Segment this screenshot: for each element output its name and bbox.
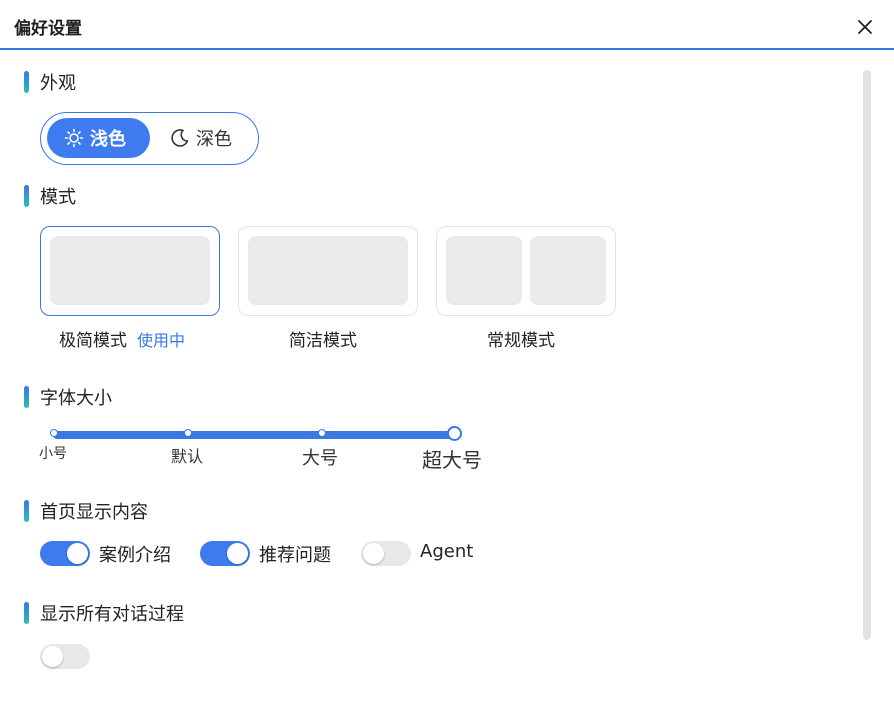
dialog-title: 偏好设置 [14, 19, 82, 39]
font-size-large-label[interactable]: 大号 [302, 444, 338, 470]
slider-handle[interactable] [447, 426, 462, 441]
sun-icon [64, 128, 84, 148]
dialog-header: 偏好设置 [0, 0, 894, 50]
section-marker [24, 71, 29, 93]
toggle-knob [227, 543, 248, 564]
close-button[interactable] [852, 14, 878, 40]
toggle-knob [42, 646, 63, 667]
dark-theme-label: 深色 [196, 129, 232, 150]
section-mode-label: 模式 [40, 187, 76, 208]
font-size-small-label[interactable]: 小号 [39, 443, 67, 463]
in-use-badge: 使用中 [137, 331, 186, 350]
mode-name: 极简模式 [59, 331, 127, 351]
font-size-slider[interactable] [53, 431, 456, 439]
font-size-xlarge-label[interactable]: 超大号 [422, 444, 482, 473]
section-mode: 模式 [24, 184, 76, 208]
section-homepage-label: 首页显示内容 [40, 502, 148, 523]
section-font-size: 字体大小 [24, 385, 112, 409]
section-font-size-label: 字体大小 [40, 388, 112, 409]
scrollbar[interactable] [863, 70, 871, 640]
close-icon[interactable] [852, 14, 878, 40]
toggle-knob [67, 543, 88, 564]
slider-tick-large[interactable] [318, 429, 326, 437]
toggle-recommended-questions-label: 推荐问题 [259, 545, 331, 566]
light-theme-button[interactable]: 浅色 [47, 118, 150, 158]
section-marker [24, 386, 29, 408]
dark-theme-button[interactable]: 深色 [153, 118, 253, 158]
mode-card-minimal[interactable] [40, 226, 220, 316]
font-size-default-label[interactable]: 默认 [171, 443, 203, 467]
toggle-agent[interactable] [361, 541, 411, 566]
theme-switch: 浅色 深色 [40, 112, 259, 165]
moon-icon [171, 129, 189, 147]
section-marker [24, 602, 29, 624]
toggle-agent-label: Agent [420, 541, 474, 562]
slider-tick-small[interactable] [50, 429, 58, 437]
mode-label-minimal: 极简模式 使用中 [59, 326, 185, 351]
section-show-all: 显示所有对话过程 [24, 601, 184, 625]
mode-label-simple: 简洁模式 [289, 331, 357, 351]
slider-tick-default[interactable] [184, 429, 192, 437]
light-theme-label: 浅色 [90, 129, 126, 150]
mode-card-regular[interactable] [436, 226, 616, 316]
section-show-all-label: 显示所有对话过程 [40, 604, 184, 625]
toggle-knob [363, 543, 384, 564]
toggle-show-all-process[interactable] [40, 644, 90, 669]
section-appearance: 外观 [24, 70, 76, 94]
toggle-case-intro-label: 案例介绍 [99, 545, 171, 566]
section-homepage: 首页显示内容 [24, 499, 148, 523]
section-marker [24, 500, 29, 522]
mode-preview-placeholder [446, 236, 522, 305]
toggle-case-intro[interactable] [40, 541, 90, 566]
toggle-recommended-questions[interactable] [200, 541, 250, 566]
mode-preview-placeholder [530, 236, 606, 305]
section-appearance-label: 外观 [40, 73, 76, 94]
mode-preview-placeholder [248, 236, 408, 305]
mode-card-simple[interactable] [238, 226, 418, 316]
mode-label-regular: 常规模式 [487, 331, 555, 351]
section-marker [24, 185, 29, 207]
mode-preview-placeholder [50, 236, 210, 305]
